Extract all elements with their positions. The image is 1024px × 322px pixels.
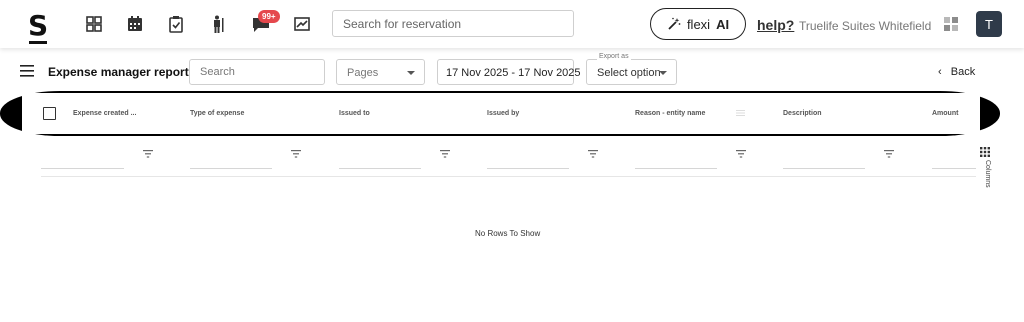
filter-icon[interactable] xyxy=(291,150,301,158)
columns-side-label[interactable]: Columns xyxy=(984,160,991,188)
user-avatar[interactable]: T xyxy=(976,11,1002,37)
filter-icon[interactable] xyxy=(588,150,598,158)
report-search-input[interactable] xyxy=(189,59,325,85)
select-all-checkbox[interactable] xyxy=(43,107,56,120)
filter-icon[interactable] xyxy=(143,150,153,158)
column-header-description[interactable]: Description xyxy=(783,110,822,117)
export-dropdown[interactable]: Select option xyxy=(586,59,677,85)
header-divider xyxy=(41,176,976,177)
hamburger-menu-icon[interactable] xyxy=(20,65,34,77)
magic-wand-icon xyxy=(668,17,681,30)
column-header-expense-created[interactable]: Expense created ... xyxy=(73,110,136,117)
flexi-label: flexi xyxy=(686,16,711,32)
back-button[interactable]: ‹ Back xyxy=(938,66,975,78)
reservation-search-input[interactable] xyxy=(332,10,574,37)
notification-badge: 99+ xyxy=(258,10,280,23)
filter-icon[interactable] xyxy=(884,150,894,158)
column-header-type-of-expense[interactable]: Type of expense xyxy=(190,110,244,117)
property-name[interactable]: Truelife Suites Whitefield xyxy=(799,19,931,33)
reports-icon[interactable] xyxy=(292,14,312,34)
housekeeping-icon[interactable] xyxy=(208,14,228,34)
date-range-picker[interactable]: 17 Nov 2025 - 17 Nov 2025 xyxy=(437,59,581,85)
chevron-down-icon xyxy=(407,71,415,75)
filter-input-issued-by[interactable] xyxy=(487,158,569,169)
apps-grid-icon[interactable] xyxy=(944,17,958,31)
filter-input-type-of-expense[interactable] xyxy=(190,158,272,169)
clipboard-check-icon[interactable] xyxy=(166,14,186,34)
app-logo[interactable]: S xyxy=(28,9,48,44)
filter-input-issued-to[interactable] xyxy=(339,158,421,169)
chevron-left-icon: ‹ xyxy=(938,66,942,78)
filter-input-reason-entity-name[interactable] xyxy=(635,158,717,169)
calendar-icon[interactable] xyxy=(125,14,145,34)
export-label: Export as xyxy=(597,53,631,60)
filter-input-description[interactable] xyxy=(783,158,865,169)
column-menu-icon[interactable] xyxy=(736,110,745,116)
filter-icon[interactable] xyxy=(440,150,450,158)
export-dropdown-value: Select option xyxy=(597,67,661,79)
columns-grid-icon xyxy=(980,147,990,157)
pages-dropdown-label: Pages xyxy=(347,67,379,79)
column-header-issued-by[interactable]: Issued by xyxy=(487,110,519,117)
filter-icon[interactable] xyxy=(736,150,746,158)
help-link[interactable]: help? xyxy=(757,17,794,33)
column-header-issued-to[interactable]: Issued to xyxy=(339,110,370,117)
column-header-amount[interactable]: Amount xyxy=(932,110,958,117)
chevron-down-icon xyxy=(659,71,667,75)
flexi-ai-label: AI xyxy=(716,16,730,32)
empty-table-message: No Rows To Show xyxy=(475,229,541,238)
pages-dropdown[interactable]: Pages xyxy=(336,59,425,85)
filter-input-amount[interactable] xyxy=(932,158,976,169)
back-label: Back xyxy=(950,66,976,78)
dashboard-icon[interactable] xyxy=(84,14,104,34)
filter-input-expense-created[interactable] xyxy=(41,158,124,169)
top-navigation-bar: S 99+ flexi AI hel xyxy=(0,0,1024,48)
page-title: Expense manager report xyxy=(48,65,189,79)
column-header-reason-entity-name[interactable]: Reason - entity name xyxy=(635,110,705,117)
flexi-ai-button[interactable]: flexi AI xyxy=(650,8,746,40)
